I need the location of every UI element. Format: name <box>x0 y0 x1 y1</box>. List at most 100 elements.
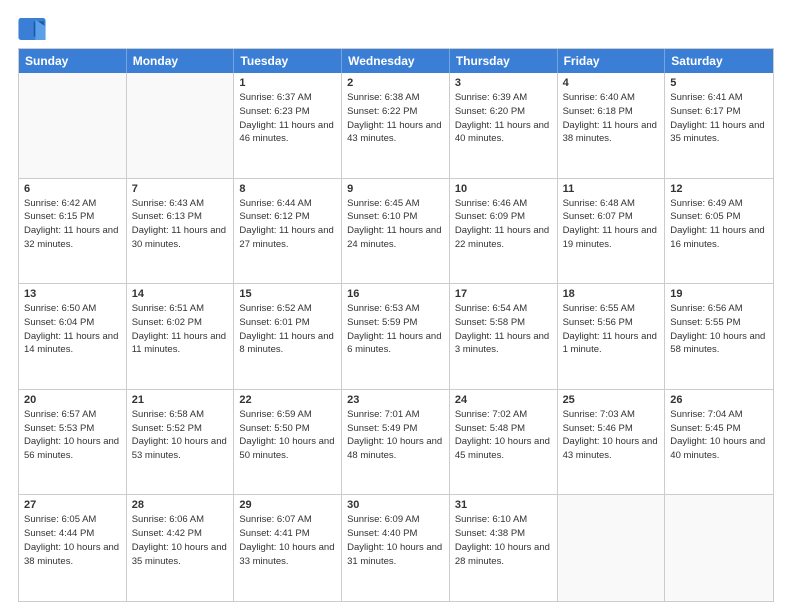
weekday-header: Thursday <box>450 49 558 73</box>
calendar-cell: 28Sunrise: 6:06 AMSunset: 4:42 PMDayligh… <box>127 495 235 601</box>
weekday-header: Wednesday <box>342 49 450 73</box>
day-info: Sunrise: 7:01 AMSunset: 5:49 PMDaylight:… <box>347 408 444 463</box>
day-number: 10 <box>455 183 552 195</box>
day-number: 24 <box>455 394 552 406</box>
day-number: 28 <box>132 499 229 511</box>
day-number: 13 <box>24 288 121 300</box>
day-number: 5 <box>670 77 768 89</box>
calendar-cell: 20 Sunrise: 6:57 AMSunset: 5:53 PMDayligh… <box>19 390 127 495</box>
day-info: Sunrise: 6:45 AMSunset: 6:10 PMDaylight:… <box>347 197 444 252</box>
day-number: 29 <box>239 499 336 511</box>
calendar-cell: 3 Sunrise: 6:39 AMSunset: 6:20 PMDaylight… <box>450 73 558 178</box>
day-info: Sunrise: 6:55 AMSunset: 5:56 PMDaylight:… <box>563 302 660 357</box>
calendar-header: SundayMondayTuesdayWednesdayThursdayFrid… <box>19 49 773 73</box>
day-info: Sunrise: 7:02 AMSunset: 5:48 PMDaylight:… <box>455 408 552 463</box>
calendar-cell: 16 Sunrise: 6:53 AMSunset: 5:59 PMDayligh… <box>342 284 450 389</box>
day-info: Sunrise: 6:49 AMSunset: 6:05 PMDaylight:… <box>670 197 768 252</box>
weekday-header: Saturday <box>665 49 773 73</box>
day-number: 6 <box>24 183 121 195</box>
day-info: Sunrise: 6:09 AMSunset: 4:40 PMDaylight:… <box>347 513 444 568</box>
day-number: 27 <box>24 499 121 511</box>
calendar-cell: 5 Sunrise: 6:41 AMSunset: 6:17 PMDaylight… <box>665 73 773 178</box>
calendar-cell: 7 Sunrise: 6:43 AMSunset: 6:13 PMDaylight… <box>127 179 235 284</box>
day-info: Sunrise: 6:48 AMSunset: 6:07 PMDaylight:… <box>563 197 660 252</box>
weekday-header: Monday <box>127 49 235 73</box>
day-info: Sunrise: 6:43 AMSunset: 6:13 PMDaylight:… <box>132 197 229 252</box>
day-number: 12 <box>670 183 768 195</box>
day-info: Sunrise: 6:56 AMSunset: 5:55 PMDaylight:… <box>670 302 768 357</box>
calendar-cell: 26Sunrise: 7:04 AMSunset: 5:45 PMDayligh… <box>665 390 773 495</box>
day-info: Sunrise: 6:37 AMSunset: 6:23 PMDaylight:… <box>239 91 336 146</box>
calendar-cell: 17Sunrise: 6:54 AMSunset: 5:58 PMDayligh… <box>450 284 558 389</box>
day-number: 23 <box>347 394 444 406</box>
calendar-cell: 25 Sunrise: 7:03 AMSunset: 5:46 PMDayligh… <box>558 390 666 495</box>
day-info: Sunrise: 6:07 AMSunset: 4:41 PMDaylight:… <box>239 513 336 568</box>
calendar-row: 6 Sunrise: 6:42 AMSunset: 6:15 PMDaylight… <box>19 179 773 285</box>
day-info: Sunrise: 6:41 AMSunset: 6:17 PMDaylight:… <box>670 91 768 146</box>
day-number: 4 <box>563 77 660 89</box>
day-number: 15 <box>239 288 336 300</box>
day-info: Sunrise: 6:10 AMSunset: 4:38 PMDaylight:… <box>455 513 552 568</box>
day-info: Sunrise: 6:46 AMSunset: 6:09 PMDaylight:… <box>455 197 552 252</box>
calendar-cell: 31 Sunrise: 6:10 AMSunset: 4:38 PMDayligh… <box>450 495 558 601</box>
day-number: 30 <box>347 499 444 511</box>
calendar-cell: 14 Sunrise: 6:51 AMSunset: 6:02 PMDayligh… <box>127 284 235 389</box>
calendar-cell <box>19 73 127 178</box>
calendar-cell <box>127 73 235 178</box>
day-number: 31 <box>455 499 552 511</box>
day-number: 25 <box>563 394 660 406</box>
calendar-cell: 12 Sunrise: 6:49 AMSunset: 6:05 PMDayligh… <box>665 179 773 284</box>
day-number: 16 <box>347 288 444 300</box>
day-number: 22 <box>239 394 336 406</box>
day-number: 26 <box>670 394 768 406</box>
day-number: 14 <box>132 288 229 300</box>
calendar-cell: 9 Sunrise: 6:45 AMSunset: 6:10 PMDaylight… <box>342 179 450 284</box>
calendar-cell: 13 Sunrise: 6:50 AMSunset: 6:04 PMDayligh… <box>19 284 127 389</box>
day-number: 17 <box>455 288 552 300</box>
day-info: Sunrise: 7:03 AMSunset: 5:46 PMDaylight:… <box>563 408 660 463</box>
day-info: Sunrise: 6:52 AMSunset: 6:01 PMDaylight:… <box>239 302 336 357</box>
day-number: 8 <box>239 183 336 195</box>
day-info: Sunrise: 6:40 AMSunset: 6:18 PMDaylight:… <box>563 91 660 146</box>
day-info: Sunrise: 6:51 AMSunset: 6:02 PMDaylight:… <box>132 302 229 357</box>
calendar-cell: 19 Sunrise: 6:56 AMSunset: 5:55 PMDayligh… <box>665 284 773 389</box>
day-number: 1 <box>239 77 336 89</box>
day-number: 9 <box>347 183 444 195</box>
day-number: 11 <box>563 183 660 195</box>
day-info: Sunrise: 6:50 AMSunset: 6:04 PMDaylight:… <box>24 302 121 357</box>
day-number: 20 <box>24 394 121 406</box>
calendar-cell: 8Sunrise: 6:44 AMSunset: 6:12 PMDaylight… <box>234 179 342 284</box>
weekday-header: Friday <box>558 49 666 73</box>
day-info: Sunrise: 6:39 AMSunset: 6:20 PMDaylight:… <box>455 91 552 146</box>
logo-icon <box>18 18 46 40</box>
calendar-cell: 18Sunrise: 6:55 AMSunset: 5:56 PMDayligh… <box>558 284 666 389</box>
day-info: Sunrise: 6:05 AMSunset: 4:44 PMDaylight:… <box>24 513 121 568</box>
calendar-cell: 30 Sunrise: 6:09 AMSunset: 4:40 PMDayligh… <box>342 495 450 601</box>
calendar-body: 1 Sunrise: 6:37 AMSunset: 6:23 PMDaylight… <box>19 73 773 601</box>
day-info: Sunrise: 6:57 AMSunset: 5:53 PMDaylight:… <box>24 408 121 463</box>
day-info: Sunrise: 6:53 AMSunset: 5:59 PMDaylight:… <box>347 302 444 357</box>
calendar-cell <box>665 495 773 601</box>
calendar-cell: 10 Sunrise: 6:46 AMSunset: 6:09 PMDayligh… <box>450 179 558 284</box>
calendar-cell: 22Sunrise: 6:59 AMSunset: 5:50 PMDayligh… <box>234 390 342 495</box>
calendar-cell: 23 Sunrise: 7:01 AMSunset: 5:49 PMDayligh… <box>342 390 450 495</box>
day-number: 3 <box>455 77 552 89</box>
day-info: Sunrise: 6:42 AMSunset: 6:15 PMDaylight:… <box>24 197 121 252</box>
calendar-cell: 29 Sunrise: 6:07 AMSunset: 4:41 PMDayligh… <box>234 495 342 601</box>
calendar-cell: 1 Sunrise: 6:37 AMSunset: 6:23 PMDaylight… <box>234 73 342 178</box>
weekday-header: Sunday <box>19 49 127 73</box>
header <box>18 18 774 40</box>
day-number: 2 <box>347 77 444 89</box>
calendar-cell: 15 Sunrise: 6:52 AMSunset: 6:01 PMDayligh… <box>234 284 342 389</box>
day-info: Sunrise: 6:38 AMSunset: 6:22 PMDaylight:… <box>347 91 444 146</box>
calendar: SundayMondayTuesdayWednesdayThursdayFrid… <box>18 48 774 602</box>
calendar-cell: 11 Sunrise: 6:48 AMSunset: 6:07 PMDayligh… <box>558 179 666 284</box>
day-number: 19 <box>670 288 768 300</box>
calendar-cell: 24 Sunrise: 7:02 AMSunset: 5:48 PMDayligh… <box>450 390 558 495</box>
calendar-cell: 4 Sunrise: 6:40 AMSunset: 6:18 PMDaylight… <box>558 73 666 178</box>
day-number: 7 <box>132 183 229 195</box>
logo <box>18 18 50 40</box>
page: SundayMondayTuesdayWednesdayThursdayFrid… <box>0 0 792 612</box>
day-number: 21 <box>132 394 229 406</box>
calendar-cell <box>558 495 666 601</box>
